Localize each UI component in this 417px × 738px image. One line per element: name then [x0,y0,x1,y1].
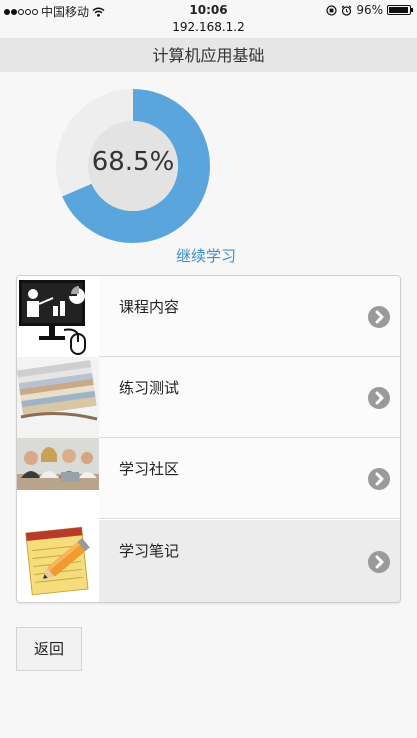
status-bar: 中国移动 10:06 96% [0,0,417,20]
battery-percent: 96% [356,3,383,17]
address-url[interactable]: 192.168.1.2 [0,20,417,34]
chevron-right-icon [368,551,390,573]
course-menu: 课程内容 练习测试 学习社区 学习笔记 [16,275,401,603]
presentation-icon [17,276,99,357]
continue-learning-link[interactable]: 继续学习 [176,245,236,266]
menu-item-label: 练习测试 [119,379,180,397]
menu-item-study-notes[interactable]: 学习笔记 [17,520,400,602]
orientation-lock-icon [326,4,337,16]
page-title: 计算机应用基础 [152,46,265,65]
chevron-right-icon [368,306,390,328]
notebook-stack-icon [17,357,99,438]
alarm-clock-icon [341,5,352,16]
progress-percent: 68.5% [91,147,175,177]
menu-item-label: 课程内容 [119,298,180,316]
menu-item-label: 学习社区 [119,460,180,478]
status-icons: 96% [326,3,413,17]
title-bar: 计算机应用基础 [0,38,417,72]
notepad-pencil-icon [17,520,99,602]
battery-icon [387,5,413,15]
menu-item-label: 学习笔记 [119,542,180,560]
menu-item-practice-test[interactable]: 练习测试 [17,357,400,438]
progress-ring: 68.5% [56,89,210,243]
menu-item-course-content[interactable]: 课程内容 [17,276,400,357]
chevron-right-icon [368,387,390,409]
group-photo-icon [17,438,99,519]
chevron-right-icon [368,468,390,490]
menu-item-learning-community[interactable]: 学习社区 [17,438,400,519]
back-button[interactable]: 返回 [16,627,82,671]
